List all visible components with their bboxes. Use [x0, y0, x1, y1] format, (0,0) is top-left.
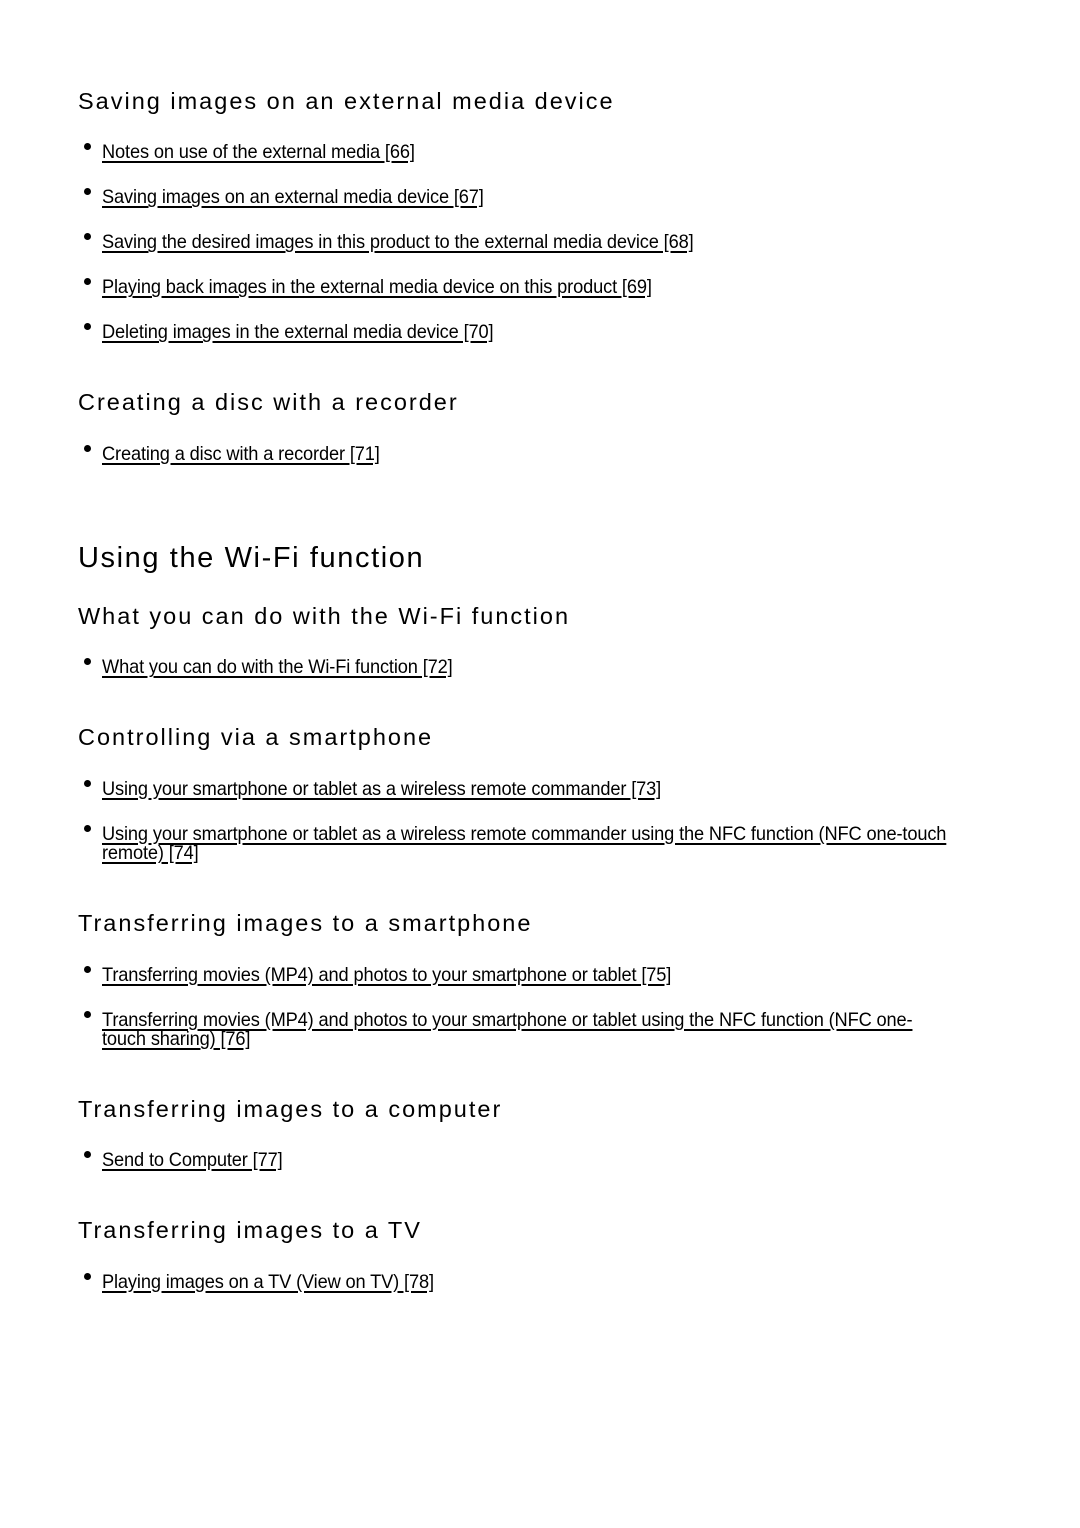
section-heading-transferring-images-smartphone: Transferring images to a smartphone: [78, 910, 533, 937]
toc-link[interactable]: Transferring movies (MP4) and photos to …: [102, 1010, 949, 1050]
bullet-icon: [84, 278, 91, 286]
bullet-icon: [84, 188, 91, 196]
toc-link[interactable]: Transferring movies (MP4) and photos to …: [102, 965, 671, 986]
section-heading-saving-images-external-media: Saving images on an external media devic…: [78, 88, 615, 114]
link-list-transferring-images-computer: Send to Computer [77]: [78, 1151, 1008, 1171]
toc-link[interactable]: Send to Computer [77]: [102, 1151, 283, 1171]
toc-link[interactable]: Playing back images in the external medi…: [102, 278, 652, 298]
bullet-icon: [84, 1272, 91, 1280]
bullet-icon: [84, 1010, 91, 1018]
link-list-transferring-images-smartphone: Transferring movies (MP4) and photos to …: [78, 965, 1008, 1051]
toc-content: Saving images on an external media devic…: [78, 0, 1008, 1293]
toc-link[interactable]: Notes on use of the external media [66]: [102, 143, 415, 163]
section-heading-transferring-images-computer: Transferring images to a computer: [78, 1096, 503, 1123]
list-item: Using your smartphone or tablet as a wir…: [78, 824, 1008, 865]
list-item: Transferring movies (MP4) and photos to …: [78, 1010, 1008, 1051]
link-list-creating-a-disc: Creating a disc with a recorder [71]: [78, 444, 1008, 465]
list-item: Notes on use of the external media [66]: [78, 143, 1008, 163]
link-list-transferring-images-tv: Playing images on a TV (View on TV) [78]: [78, 1272, 1008, 1293]
bullet-icon: [84, 444, 91, 452]
bullet-icon: [84, 323, 91, 331]
toc-link[interactable]: Saving images on an external media devic…: [102, 188, 484, 208]
toc-link[interactable]: What you can do with the Wi-Fi function …: [102, 658, 453, 678]
link-list-what-you-can-do-wifi: What you can do with the Wi-Fi function …: [78, 658, 1008, 678]
section-heading-creating-a-disc: Creating a disc with a recorder: [78, 389, 459, 416]
list-item: Creating a disc with a recorder [71]: [78, 444, 1008, 465]
document-page: Saving images on an external media devic…: [0, 0, 1080, 1528]
section-heading-what-you-can-do-wifi: What you can do with the Wi-Fi function: [78, 603, 571, 630]
list-item: Playing images on a TV (View on TV) [78]: [78, 1272, 1008, 1293]
bullet-icon: [84, 658, 91, 666]
bullet-icon: [84, 143, 91, 151]
list-item: Saving the desired images in this produc…: [78, 233, 1008, 253]
bullet-icon: [84, 965, 91, 973]
bullet-icon: [84, 779, 91, 787]
link-list-saving-images-external-media: Notes on use of the external media [66] …: [78, 143, 1008, 343]
list-item: Playing back images in the external medi…: [78, 278, 1008, 298]
section-heading-transferring-images-tv: Transferring images to a TV: [78, 1217, 422, 1244]
toc-link[interactable]: Using your smartphone or tablet as a wir…: [102, 824, 949, 864]
list-item: Deleting images in the external media de…: [78, 323, 1008, 343]
toc-link[interactable]: Creating a disc with a recorder [71]: [102, 444, 380, 465]
bullet-icon: [84, 1151, 91, 1159]
list-item: Send to Computer [77]: [78, 1151, 1008, 1171]
bullet-icon: [84, 233, 91, 241]
list-item: Saving images on an external media devic…: [78, 188, 1008, 208]
list-item: What you can do with the Wi-Fi function …: [78, 658, 1008, 678]
list-item: Using your smartphone or tablet as a wir…: [78, 779, 1008, 800]
section-heading-controlling-via-smartphone: Controlling via a smartphone: [78, 724, 434, 751]
toc-link[interactable]: Deleting images in the external media de…: [102, 323, 494, 343]
list-item: Transferring movies (MP4) and photos to …: [78, 965, 1008, 986]
toc-link[interactable]: Saving the desired images in this produc…: [102, 233, 694, 253]
link-list-controlling-via-smartphone: Using your smartphone or tablet as a wir…: [78, 779, 1008, 865]
bullet-icon: [84, 824, 91, 832]
toc-link[interactable]: Using your smartphone or tablet as a wir…: [102, 779, 661, 800]
page-title-using-the-wifi-function: Using the Wi-Fi function: [78, 541, 425, 574]
toc-link[interactable]: Playing images on a TV (View on TV) [78]: [102, 1272, 434, 1293]
